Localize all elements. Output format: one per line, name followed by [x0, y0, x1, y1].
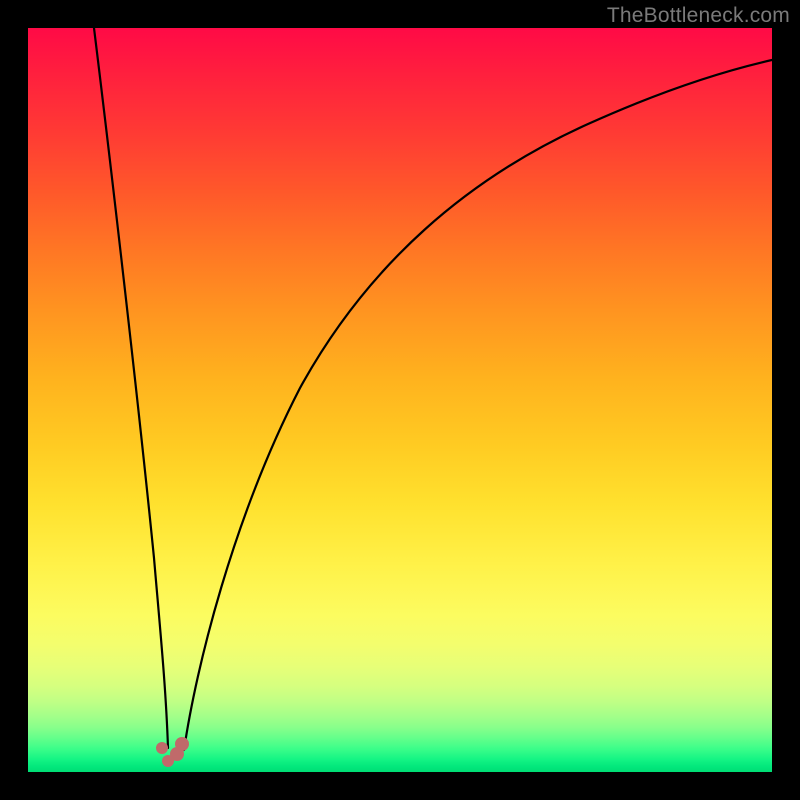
curve-right-branch	[184, 60, 772, 750]
chart-frame: TheBottleneck.com	[0, 0, 800, 800]
marker-point	[156, 742, 168, 754]
plot-area	[28, 28, 772, 772]
marker-point	[175, 737, 189, 751]
curve-left-branch	[94, 28, 168, 748]
curve-layer	[28, 28, 772, 772]
watermark-text: TheBottleneck.com	[607, 4, 790, 28]
